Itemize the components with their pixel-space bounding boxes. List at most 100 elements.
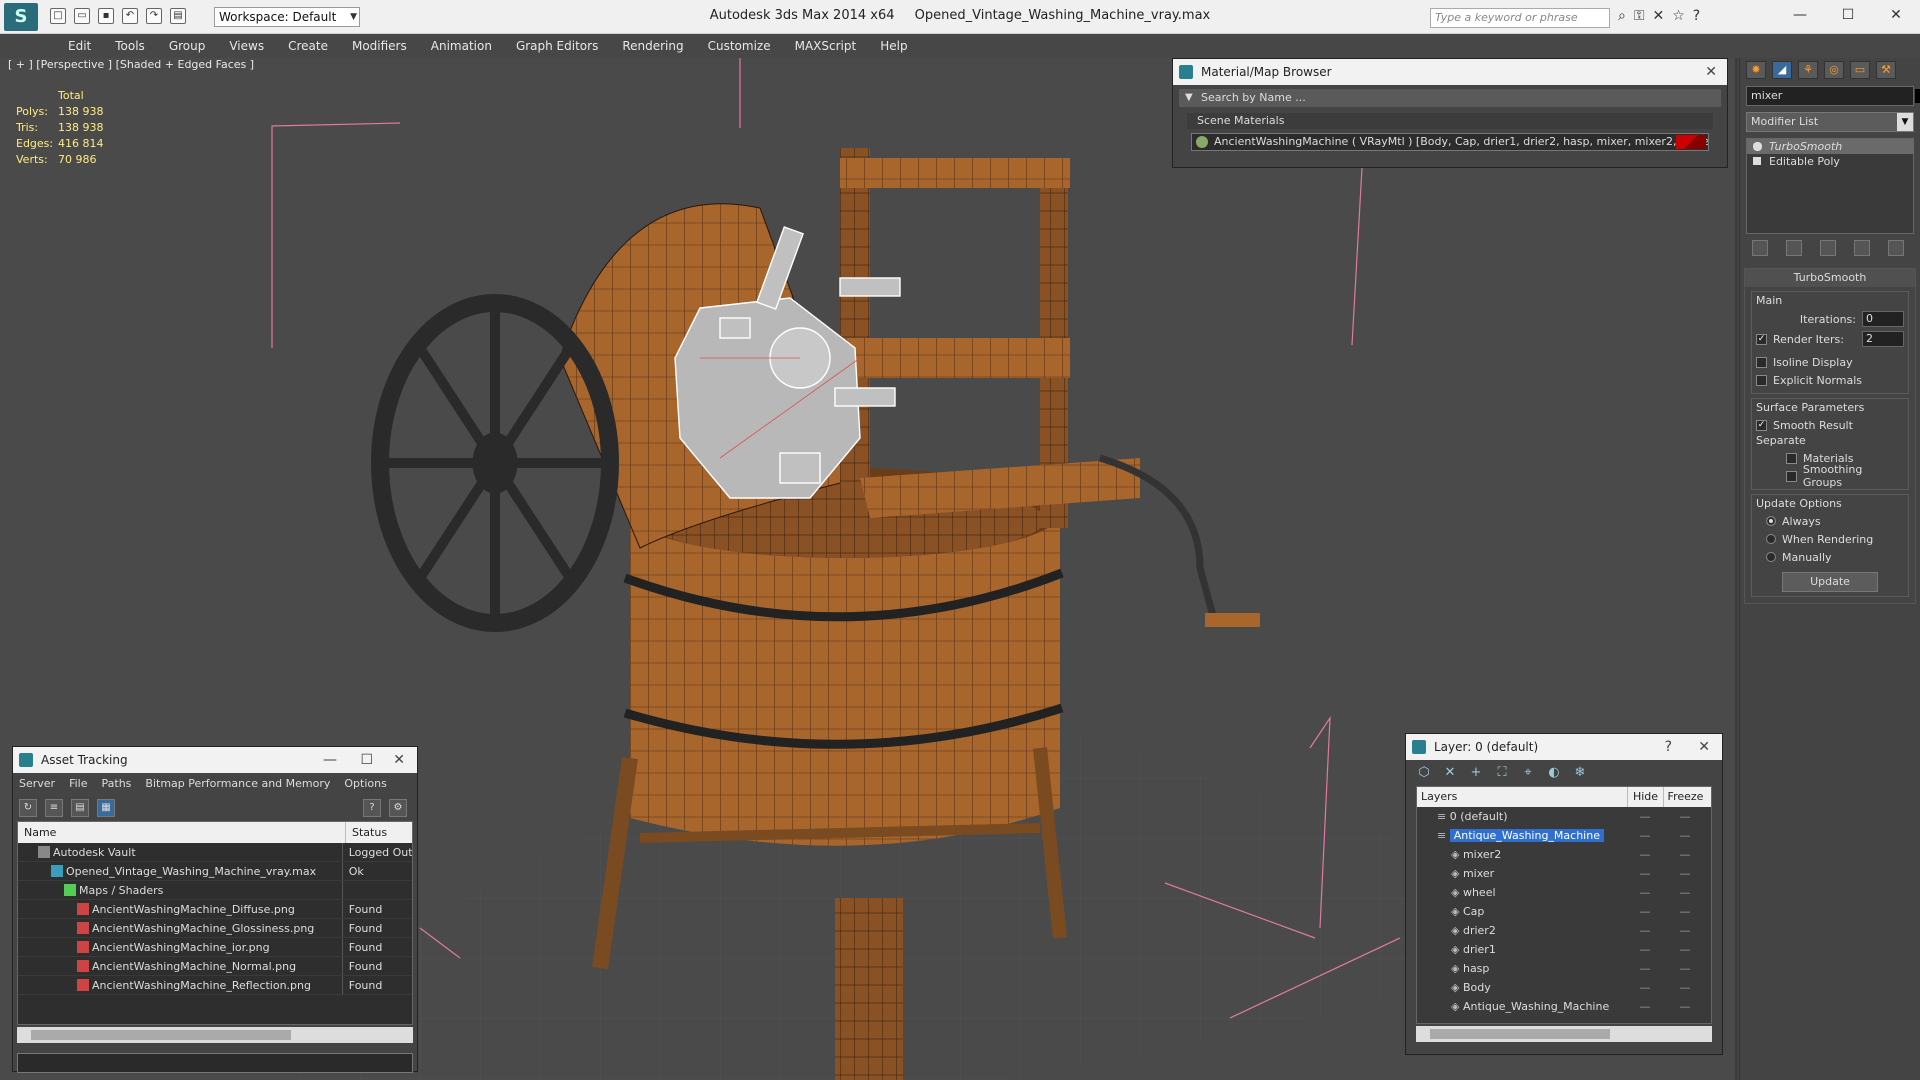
asset-menu-options[interactable]: Options — [344, 773, 386, 795]
asset-row[interactable]: AncientWashingMachine_Diffuse.png Found — [18, 900, 412, 919]
layer-row[interactable]: ◈ mixer2— — — [1417, 845, 1711, 864]
asset-row[interactable]: AncientWashingMachine_Normal.png Found — [18, 957, 412, 976]
when-rendering-radio[interactable] — [1766, 534, 1776, 544]
scrollbar-thumb[interactable] — [31, 1030, 291, 1040]
freeze-toggle[interactable]: — — [1663, 902, 1707, 921]
layer-row[interactable]: ≡ Antique_Washing_Machine — — — [1417, 826, 1711, 845]
hide-toggle[interactable]: — — [1627, 959, 1663, 978]
freeze-toggle[interactable]: — — [1663, 997, 1707, 1016]
redo-icon[interactable]: ↷ — [146, 8, 162, 24]
stack-item-turbosmooth[interactable]: TurboSmooth — [1747, 139, 1913, 154]
asset-menu-bitmap-performance-and-memory[interactable]: Bitmap Performance and Memory — [145, 773, 330, 795]
asset-row[interactable]: AncientWashingMachine_ior.png Found — [18, 938, 412, 957]
asset-row[interactable]: AncientWashingMachine_Glossiness.png Foun… — [18, 919, 412, 938]
make-unique-icon[interactable] — [1820, 240, 1836, 256]
hierarchy-tab-icon[interactable]: ⚘ — [1798, 61, 1818, 79]
layer-row[interactable]: ◈ drier2— — — [1417, 921, 1711, 940]
asset-path-field[interactable] — [17, 1053, 413, 1073]
maximize-icon[interactable]: ☐ — [360, 747, 373, 773]
freeze-column-header[interactable]: Freeze — [1663, 787, 1707, 807]
hide-toggle[interactable]: — — [1627, 883, 1663, 902]
create-tab-icon[interactable]: ✸ — [1746, 61, 1766, 79]
key-icon[interactable]: ⚿ — [1634, 8, 1645, 24]
menu-edit[interactable]: Edit — [56, 34, 103, 58]
freeze-toggle[interactable]: — — [1663, 921, 1707, 940]
always-radio[interactable] — [1766, 516, 1776, 526]
help-icon[interactable]: ? — [363, 799, 381, 817]
expand-icon[interactable] — [1753, 157, 1761, 165]
horizontal-scrollbar[interactable] — [17, 1027, 413, 1043]
hide-toggle[interactable]: — — [1627, 921, 1663, 940]
stack-item-editable-poly[interactable]: Editable Poly — [1747, 154, 1913, 169]
layers-column-header[interactable]: Layers — [1417, 787, 1627, 807]
smooth-result-checkbox[interactable]: ✓ — [1756, 419, 1767, 431]
freeze-all-icon[interactable]: ❄ — [1572, 765, 1588, 781]
help-icon[interactable]: ? — [1665, 734, 1672, 760]
help-icon[interactable]: ? — [1693, 8, 1700, 24]
create-layer-icon[interactable]: ⬡ — [1416, 765, 1432, 781]
hide-all-icon[interactable]: ◐ — [1546, 765, 1562, 781]
rollout-header[interactable]: TurboSmooth — [1745, 269, 1915, 287]
render-iters-checkbox[interactable]: ✓ — [1756, 333, 1767, 345]
iterations-spinner[interactable]: 0 — [1862, 311, 1904, 327]
asset-menu-server[interactable]: Server — [19, 773, 55, 795]
undo-icon[interactable]: ↶ — [122, 8, 138, 24]
horizontal-scrollbar[interactable] — [1416, 1026, 1712, 1042]
modifier-list-dropdown[interactable]: Modifier List ▼ — [1746, 112, 1914, 132]
layer-row[interactable]: ◈ mixer — — — [1417, 864, 1711, 883]
add-to-layer-icon[interactable]: + — [1468, 765, 1484, 781]
hide-toggle[interactable]: — — [1627, 997, 1663, 1016]
material-entry[interactable]: AncientWashingMachine ( VRayMtl ) [Body,… — [1191, 133, 1709, 151]
asset-menu-paths[interactable]: Paths — [102, 773, 132, 795]
star-icon[interactable]: ☆ — [1672, 8, 1685, 24]
freeze-toggle[interactable]: — — [1663, 978, 1707, 997]
layer-row[interactable]: ◈ Body — — — [1417, 978, 1711, 997]
binoculars-icon[interactable]: ⌕ — [1618, 8, 1626, 24]
asset-row[interactable]: AncientWashingMachine_Reflection.png Foun… — [18, 976, 412, 995]
name-column-header[interactable]: Name — [18, 822, 346, 843]
freeze-toggle[interactable]: — — [1663, 845, 1707, 864]
menu-group[interactable]: Group — [157, 34, 218, 58]
asset-tracking-titlebar[interactable]: Asset Tracking — ☐ ✕ — [13, 747, 417, 773]
layer-row[interactable]: ◈ hasp — — — [1417, 959, 1711, 978]
close-icon[interactable]: ✕ — [1705, 59, 1717, 85]
remove-modifier-icon[interactable] — [1854, 240, 1870, 256]
project-folder-icon[interactable]: ▤ — [170, 8, 186, 24]
exchange-icon[interactable]: ✕ — [1653, 8, 1665, 24]
minimize-icon[interactable]: — — [323, 747, 337, 773]
layer-row[interactable]: ◈ Antique_Washing_Machine — — — [1417, 997, 1711, 1016]
menu-customize[interactable]: Customize — [696, 34, 783, 58]
workspace-dropdown[interactable]: Workspace: Default ▼ — [214, 7, 360, 27]
tree-view-icon[interactable]: ▤ — [71, 799, 89, 817]
asset-row[interactable]: Opened_Vintage_Washing_Machine_vray.max O… — [18, 862, 412, 881]
material-browser-titlebar[interactable]: Material/Map Browser ✕ — [1173, 59, 1727, 85]
freeze-toggle[interactable]: — — [1663, 864, 1707, 883]
hide-toggle[interactable]: — — [1627, 940, 1663, 959]
menu-views[interactable]: Views — [217, 34, 276, 58]
layer-manager-titlebar[interactable]: Layer: 0 (default) ? ✕ — [1406, 734, 1722, 760]
hide-toggle[interactable]: — — [1627, 864, 1663, 883]
delete-layer-icon[interactable]: ✕ — [1442, 765, 1458, 781]
object-name-field[interactable]: mixer — [1746, 86, 1920, 106]
hide-toggle[interactable]: — — [1627, 902, 1663, 921]
lightbulb-icon[interactable] — [1753, 142, 1762, 151]
chevron-down-icon[interactable]: ▼ — [1185, 89, 1193, 107]
menu-tools[interactable]: Tools — [103, 34, 157, 58]
layer-row[interactable]: ◈ wheel — — — [1417, 883, 1711, 902]
display-tab-icon[interactable]: ▭ — [1850, 61, 1870, 79]
menu-graph-editors[interactable]: Graph Editors — [504, 34, 610, 58]
asset-row[interactable]: Autodesk Vault Logged Out — [18, 843, 412, 862]
search-input[interactable]: Type a keyword or phrase — [1430, 8, 1610, 28]
menu-rendering[interactable]: Rendering — [610, 34, 695, 58]
materials-checkbox[interactable] — [1786, 452, 1797, 464]
refresh-icon[interactable]: ↻ — [19, 799, 37, 817]
viewport-label[interactable]: [ + ] [Perspective ] [Shaded + Edged Fac… — [8, 58, 254, 71]
select-objects-icon[interactable]: ⛶ — [1494, 765, 1510, 781]
highlight-layer-icon[interactable]: ⌖ — [1520, 765, 1536, 781]
list-view-icon[interactable]: ≡ — [45, 799, 63, 817]
isoline-checkbox[interactable] — [1756, 356, 1767, 368]
scene-materials-group[interactable]: Scene Materials — [1187, 113, 1713, 129]
status-column-header[interactable]: Status — [346, 822, 387, 843]
table-view-icon[interactable]: ▦ — [97, 799, 115, 817]
modify-tab-icon[interactable]: ◢ — [1772, 61, 1792, 79]
